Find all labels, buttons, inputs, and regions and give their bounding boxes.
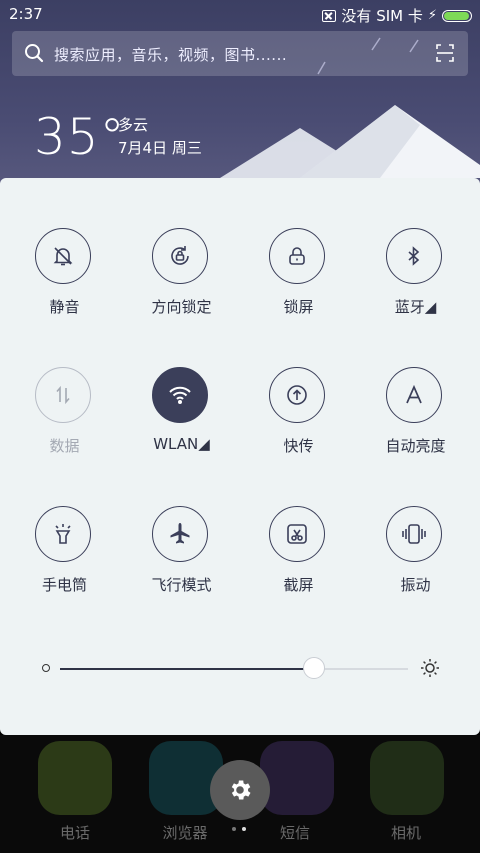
page-dot xyxy=(232,827,236,831)
carrier-text: 没有 SIM 卡 xyxy=(341,7,423,25)
auto-brightness-icon xyxy=(403,384,425,406)
search-input[interactable]: 搜索应用，音乐，视频，图书...... xyxy=(54,44,287,65)
scan-icon[interactable] xyxy=(436,44,454,66)
wallpaper xyxy=(0,0,480,200)
dock-label-messages[interactable]: 短信 xyxy=(240,822,350,843)
quick-tile-label: 蓝牙◢ xyxy=(394,298,437,316)
bluetooth-icon xyxy=(403,245,425,267)
quick-tile-toggle[interactable] xyxy=(152,506,208,562)
quick-tile-lock[interactable]: 锁屏 xyxy=(240,178,357,316)
quick-tile-toggle[interactable] xyxy=(269,367,325,423)
page-indicator xyxy=(232,827,246,831)
quick-tile-label: 静音 xyxy=(49,298,80,316)
dock-label-phone[interactable]: 电话 xyxy=(20,822,130,843)
rotation-lock-icon xyxy=(167,243,193,269)
lock-icon xyxy=(285,244,309,268)
quick-tile-toggle[interactable] xyxy=(386,506,442,562)
battery-icon xyxy=(442,9,472,22)
quick-tile-toggle[interactable] xyxy=(35,367,91,423)
status-bar: 2:37 没有 SIM 卡 ⚡ xyxy=(0,0,480,28)
quick-tile-label: 飞行模式 xyxy=(151,576,212,594)
dock-label-camera[interactable]: 相机 xyxy=(351,822,461,843)
quick-tile-label: 振动 xyxy=(400,576,431,594)
gear-icon xyxy=(231,780,251,800)
quick-tile-label: 截屏 xyxy=(283,576,314,594)
camera-app-icon[interactable] xyxy=(370,741,444,815)
quick-tile-bluetooth[interactable]: 蓝牙◢ xyxy=(357,178,474,316)
messages-app-icon[interactable] xyxy=(260,741,334,815)
quick-tile-wifi[interactable]: WLAN◢ xyxy=(123,317,240,453)
charging-bolt-icon: ⚡ xyxy=(427,8,437,23)
quick-share-icon xyxy=(284,382,310,408)
status-time: 2:37 xyxy=(9,5,43,23)
brightness-slider[interactable] xyxy=(40,657,440,708)
quick-tile-toggle[interactable] xyxy=(269,228,325,284)
quick-tile-flashlight[interactable]: 手电筒 xyxy=(6,456,123,594)
quick-tile-label: 自动亮度 xyxy=(385,437,446,455)
quick-tile-vibrate[interactable]: 振动 xyxy=(357,456,474,594)
no-sim-icon xyxy=(322,9,337,22)
quick-tile-label: 手电筒 xyxy=(41,576,87,594)
quick-tile-label: 方向锁定 xyxy=(151,298,212,316)
quick-tile-screenshot[interactable]: 截屏 xyxy=(240,456,357,594)
quick-tile-auto-brightness[interactable]: 自动亮度 xyxy=(357,317,474,455)
quick-tile-quick-share[interactable]: 快传 xyxy=(240,317,357,455)
flashlight-icon xyxy=(51,521,75,547)
search-bar[interactable]: 搜索应用，音乐，视频，图书...... xyxy=(12,31,468,76)
quick-tile-label: WLAN◢ xyxy=(153,435,210,453)
quick-tile-mobile-data[interactable]: 数据 xyxy=(6,317,123,455)
quick-tile-toggle[interactable] xyxy=(35,228,91,284)
brightness-fill xyxy=(60,668,315,670)
quick-tile-label: 快传 xyxy=(283,437,314,455)
quick-tile-toggle[interactable] xyxy=(152,228,208,284)
mountains-illustration xyxy=(220,37,480,178)
brightness-track[interactable] xyxy=(60,657,408,679)
search-icon xyxy=(24,43,44,67)
quick-tile-airplane[interactable]: 飞行模式 xyxy=(123,456,240,594)
quick-tile-rotation-lock[interactable]: 方向锁定 xyxy=(123,178,240,316)
mobile-data-icon xyxy=(52,384,74,406)
phone-app-icon[interactable] xyxy=(38,741,112,815)
temperature: 35° xyxy=(34,108,126,166)
airplane-icon xyxy=(167,521,193,547)
weather-date: 7月4日 周三 xyxy=(118,139,202,157)
brightness-handle[interactable] xyxy=(303,657,326,679)
brightness-high-icon xyxy=(420,658,440,682)
dock-label-browser[interactable]: 浏览器 xyxy=(130,822,240,843)
bell-off-icon xyxy=(51,244,75,268)
quick-tile-toggle[interactable] xyxy=(35,506,91,562)
settings-button[interactable] xyxy=(210,760,270,820)
weather-condition: 多云 xyxy=(118,116,149,134)
quick-settings-panel: 静音 方向锁定 锁屏 蓝牙◢ 数据 WLAN◢ 快传 自动亮度手电筒 飞行模式 截屏 振动 xyxy=(0,178,480,735)
quick-tile-toggle[interactable] xyxy=(152,367,208,423)
quick-tile-toggle[interactable] xyxy=(386,228,442,284)
quick-tile-toggle[interactable] xyxy=(269,506,325,562)
home-dock: 电话 浏览器 短信 相机 xyxy=(0,735,480,853)
quick-tile-bell-off[interactable]: 静音 xyxy=(6,178,123,316)
quick-tile-label: 数据 xyxy=(49,437,80,455)
brightness-low-icon xyxy=(42,664,50,672)
quick-tile-label: 锁屏 xyxy=(283,298,314,316)
page-dot-current xyxy=(242,827,246,831)
quick-tile-toggle[interactable] xyxy=(386,367,442,423)
vibrate-icon xyxy=(400,522,428,546)
screenshot-icon xyxy=(284,521,310,547)
wifi-icon xyxy=(167,383,193,407)
